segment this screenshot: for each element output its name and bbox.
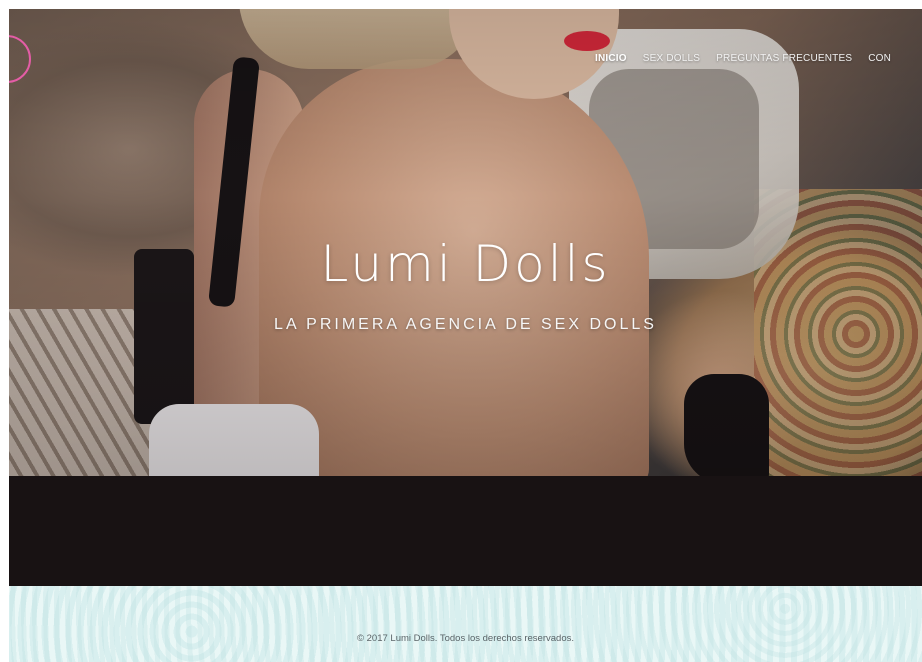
footer-copyright: © 2017 Lumi Dolls. Todos los derechos re… (357, 633, 574, 644)
hero-subtitle: LA PRIMERA AGENCIA DE SEX DOLLS (274, 316, 657, 333)
nav-item-sex-dolls[interactable]: SEX DOLLS (643, 53, 700, 64)
hero-section: INICIO SEX DOLLS PREGUNTAS FRECUENTES CO… (9, 9, 922, 476)
nav-item-inicio[interactable]: INICIO (595, 53, 627, 64)
page: INICIO SEX DOLLS PREGUNTAS FRECUENTES CO… (9, 9, 922, 662)
hero-title: Lumi Dolls (320, 235, 611, 293)
nav-item-preguntas-frecuentes[interactable]: PREGUNTAS FRECUENTES (716, 53, 852, 64)
dark-band (9, 476, 922, 586)
main-nav: INICIO SEX DOLLS PREGUNTAS FRECUENTES CO… (595, 53, 907, 64)
nav-item-contacto[interactable]: CON (868, 53, 891, 64)
footer: © 2017 Lumi Dolls. Todos los derechos re… (9, 586, 922, 662)
footer-pattern (9, 586, 922, 662)
